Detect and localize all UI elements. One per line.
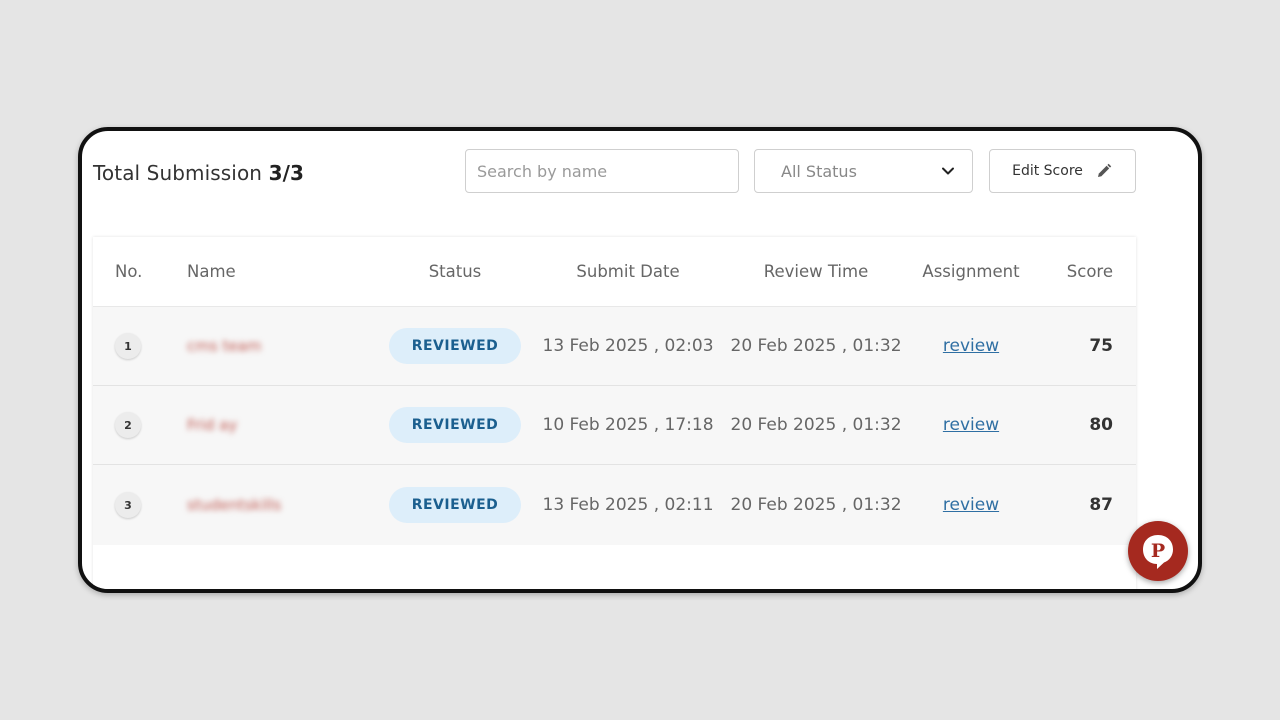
row-number-badge: 1 <box>115 333 141 359</box>
status-filter-value: All Status <box>781 161 857 181</box>
app-frame: Total Submission 3/3 All Status Edit Sco… <box>78 127 1202 593</box>
assignment-review-link[interactable]: review <box>943 415 999 435</box>
table-row: 3 studentskills REVIEWED 13 Feb 2025 , 0… <box>93 465 1136 545</box>
column-header-no: No. <box>115 262 143 281</box>
column-header-assignment: Assignment <box>922 262 1020 281</box>
submissions-table: No. Name Status Submit Date Review Time … <box>93 237 1136 589</box>
student-name: studentskills <box>187 496 282 514</box>
row-number-badge: 3 <box>115 492 141 518</box>
edit-score-label: Edit Score <box>1012 163 1083 179</box>
student-name: cms team <box>187 337 262 355</box>
status-filter-select[interactable]: All Status <box>754 149 973 193</box>
submit-date: 13 Feb 2025 , 02:11 <box>542 495 714 515</box>
review-time: 20 Feb 2025 , 01:32 <box>730 415 902 435</box>
search-input[interactable] <box>465 149 739 193</box>
score-value: 87 <box>1089 495 1113 515</box>
column-header-score: Score <box>1066 262 1113 281</box>
chevron-down-icon <box>940 163 956 179</box>
p-logo-fab-button[interactable]: P <box>1128 521 1188 581</box>
column-header-name: Name <box>187 262 236 281</box>
status-badge: REVIEWED <box>389 407 521 443</box>
review-time: 20 Feb 2025 , 01:32 <box>730 495 902 515</box>
edit-score-button[interactable]: Edit Score <box>989 149 1136 193</box>
column-header-review-time: Review Time <box>763 262 869 281</box>
score-value: 80 <box>1089 415 1113 435</box>
score-value: 75 <box>1089 336 1113 356</box>
pencil-icon <box>1095 162 1113 180</box>
fab-letter: P <box>1151 540 1165 562</box>
total-submission-count: 3/3 <box>268 161 304 185</box>
status-badge: REVIEWED <box>389 487 521 523</box>
table-row: 1 cms team REVIEWED 13 Feb 2025 , 02:03 … <box>93 307 1136 386</box>
p-logo-icon: P <box>1138 531 1178 571</box>
row-number-badge: 2 <box>115 412 141 438</box>
student-name: Frid ay <box>187 416 238 434</box>
table-header-row: No. Name Status Submit Date Review Time … <box>93 237 1136 307</box>
column-header-status: Status <box>428 262 482 281</box>
column-header-submit-date: Submit Date <box>576 262 680 281</box>
assignment-review-link[interactable]: review <box>943 336 999 356</box>
submit-date: 10 Feb 2025 , 17:18 <box>542 415 714 435</box>
table-row: 2 Frid ay REVIEWED 10 Feb 2025 , 17:18 2… <box>93 386 1136 465</box>
status-badge: REVIEWED <box>389 328 521 364</box>
assignment-review-link[interactable]: review <box>943 495 999 515</box>
submit-date: 13 Feb 2025 , 02:03 <box>542 336 714 356</box>
total-submission-label: Total Submission <box>93 161 263 185</box>
review-time: 20 Feb 2025 , 01:32 <box>730 336 902 356</box>
total-submission: Total Submission 3/3 <box>93 161 304 185</box>
